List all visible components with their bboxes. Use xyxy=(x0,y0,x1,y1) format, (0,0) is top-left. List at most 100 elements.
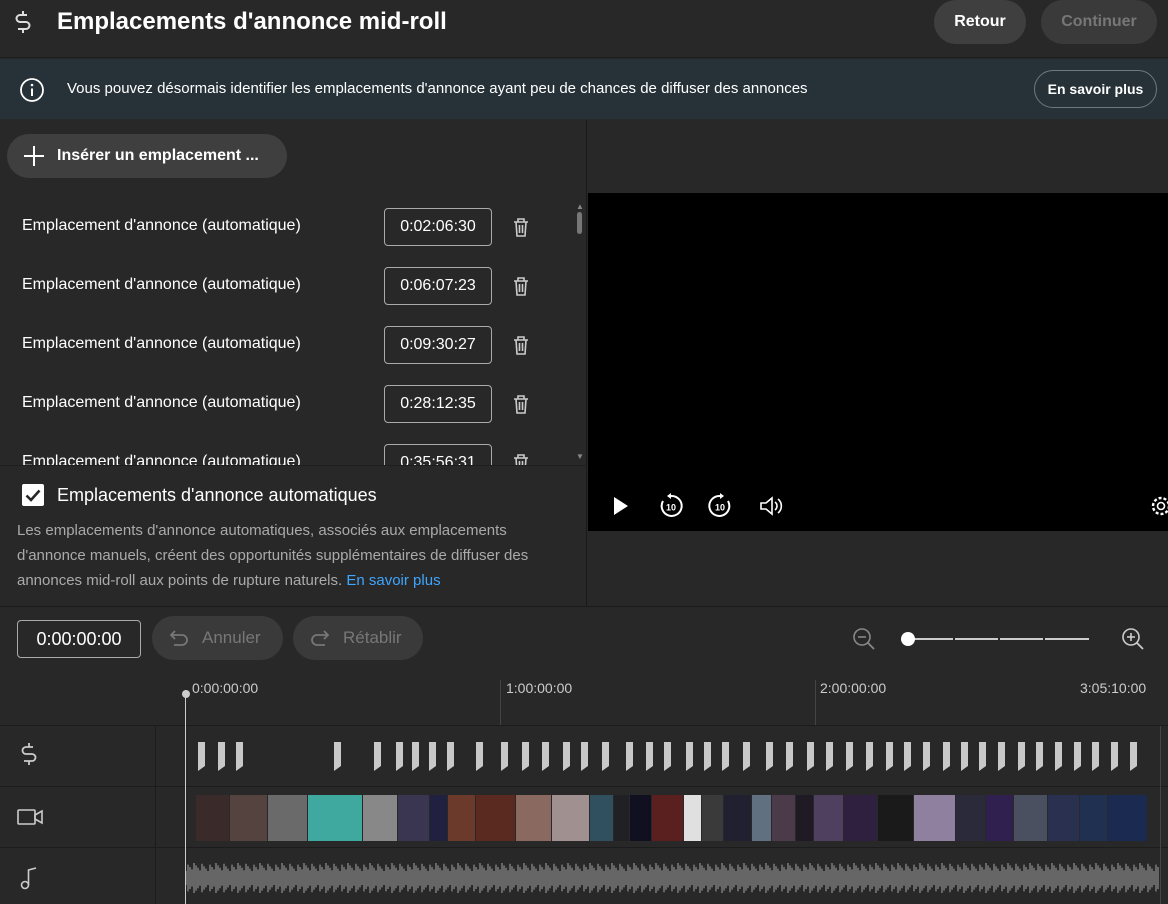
back-button[interactable]: Retour xyxy=(934,0,1026,44)
trash-icon[interactable] xyxy=(512,217,530,237)
ad-slot-marker[interactable] xyxy=(429,742,436,771)
ad-slot-marker[interactable] xyxy=(1055,742,1062,771)
ad-slot-marker[interactable] xyxy=(198,742,205,771)
ad-markers[interactable] xyxy=(186,726,1160,787)
zoom-slider-handle[interactable] xyxy=(901,632,915,646)
ad-slot-marker[interactable] xyxy=(501,742,508,771)
play-icon[interactable] xyxy=(612,495,630,517)
auto-desc-text: Les emplacements d'annonce automatiques,… xyxy=(17,522,529,589)
slot-time-input[interactable]: 0:28:12:35 xyxy=(384,385,492,423)
ad-slot-marker[interactable] xyxy=(826,742,833,771)
timeline-ruler[interactable]: 0:00:00:00 1:00:00:00 2:00:00:00 3:05:10… xyxy=(0,670,1168,726)
ad-slot-marker[interactable] xyxy=(396,742,403,771)
video-thumbnail xyxy=(986,795,1013,841)
timecode-input[interactable]: 0:00:00:00 xyxy=(17,620,141,658)
ad-slot-marker[interactable] xyxy=(412,742,419,771)
ad-slot-marker[interactable] xyxy=(476,742,483,771)
ad-slot-marker[interactable] xyxy=(886,742,893,771)
forward-10-icon[interactable]: 10 xyxy=(707,493,733,519)
ad-slot-marker[interactable] xyxy=(1130,742,1137,771)
auto-learn-more-link[interactable]: En savoir plus xyxy=(346,572,440,589)
slot-list[interactable]: Emplacement d'annonce (automatique) 0:02… xyxy=(0,200,587,465)
undo-button[interactable]: Annuler xyxy=(152,616,283,660)
settings-gear-icon[interactable] xyxy=(1148,493,1168,519)
ad-slot-marker[interactable] xyxy=(943,742,950,771)
ad-slot-marker[interactable] xyxy=(961,742,968,771)
ad-slot-marker[interactable] xyxy=(807,742,814,771)
ad-slot-marker[interactable] xyxy=(646,742,653,771)
ad-slot-marker[interactable] xyxy=(602,742,609,771)
banner-learn-more-button[interactable]: En savoir plus xyxy=(1034,70,1157,108)
audio-track[interactable] xyxy=(0,847,1168,904)
zoom-out-icon[interactable] xyxy=(852,627,876,651)
video-thumbnail xyxy=(268,795,307,841)
trash-icon[interactable] xyxy=(512,394,530,414)
trash-icon[interactable] xyxy=(512,276,530,296)
header: Emplacements d'annonce mid-roll Retour C… xyxy=(0,0,1168,58)
video-thumbnails xyxy=(196,795,1147,841)
ad-slot-marker[interactable] xyxy=(581,742,588,771)
page-title: Emplacements d'annonce mid-roll xyxy=(57,8,447,35)
video-thumbnail xyxy=(552,795,589,841)
ad-slot-marker[interactable] xyxy=(766,742,773,771)
ad-slot-marker[interactable] xyxy=(626,742,633,771)
scroll-down-arrow[interactable]: ▼ xyxy=(576,452,584,461)
rewind-10-icon[interactable]: 10 xyxy=(658,493,684,519)
ad-slot-marker[interactable] xyxy=(1092,742,1099,771)
volume-icon[interactable] xyxy=(759,495,785,517)
ad-slot-marker[interactable] xyxy=(1018,742,1025,771)
ad-slot-marker[interactable] xyxy=(236,742,243,771)
ad-slot-marker[interactable] xyxy=(334,742,341,771)
ad-slot-marker[interactable] xyxy=(447,742,454,771)
ad-slot-marker[interactable] xyxy=(1036,742,1043,771)
trash-icon[interactable] xyxy=(512,453,530,465)
music-note-icon xyxy=(20,867,37,890)
slot-time-input[interactable]: 0:06:07:23 xyxy=(384,267,492,305)
ad-slot-marker[interactable] xyxy=(563,742,570,771)
timeline-toolbar: 0:00:00:00 Annuler Rétablir xyxy=(0,606,1168,670)
ad-slot-marker[interactable] xyxy=(704,742,711,771)
trash-icon[interactable] xyxy=(512,335,530,355)
ad-slot-marker[interactable] xyxy=(979,742,986,771)
slot-time-input[interactable]: 0:09:30:27 xyxy=(384,326,492,364)
ad-slot-marker[interactable] xyxy=(722,742,729,771)
slot-time-input[interactable]: 0:02:06:30 xyxy=(384,208,492,246)
plus-icon xyxy=(24,146,44,166)
video-thumbnail xyxy=(844,795,877,841)
ad-slot-marker[interactable] xyxy=(522,742,529,771)
ad-slot-track[interactable] xyxy=(0,725,1168,787)
ad-slot-marker[interactable] xyxy=(374,742,381,771)
video-track[interactable] xyxy=(0,786,1168,848)
ad-slot-marker[interactable] xyxy=(998,742,1005,771)
slot-name: Emplacement d'annonce (automatique) xyxy=(22,276,301,293)
ad-slot-marker[interactable] xyxy=(218,742,225,771)
zoom-in-icon[interactable] xyxy=(1121,627,1145,651)
ad-slot-marker[interactable] xyxy=(743,742,750,771)
ad-slot-marker[interactable] xyxy=(542,742,549,771)
slot-time-input[interactable]: 0:35:56:31 xyxy=(384,444,492,465)
ad-slot-marker[interactable] xyxy=(923,742,930,771)
timeline-end-line xyxy=(1160,726,1161,904)
ad-slot-marker[interactable] xyxy=(686,742,693,771)
insert-slot-button[interactable]: Insérer un emplacement ... xyxy=(7,134,287,178)
scrollbar-thumb[interactable] xyxy=(577,212,582,234)
video-thumbnail xyxy=(476,795,515,841)
redo-button[interactable]: Rétablir xyxy=(293,616,423,660)
video-thumbnail xyxy=(702,795,723,841)
ad-slot-marker[interactable] xyxy=(1074,742,1081,771)
playhead[interactable] xyxy=(185,690,186,904)
ad-slot-marker[interactable] xyxy=(846,742,853,771)
video-thumbnail xyxy=(1048,795,1079,841)
dollar-icon xyxy=(15,11,31,33)
playhead-handle[interactable] xyxy=(182,690,190,698)
ad-slot-marker[interactable] xyxy=(664,742,671,771)
video-player[interactable]: 10 10 xyxy=(588,193,1168,531)
auto-slots-checkbox[interactable] xyxy=(22,484,44,506)
ad-slot-marker[interactable] xyxy=(1111,742,1118,771)
video-thumbnail xyxy=(308,795,362,841)
ad-slot-marker[interactable] xyxy=(904,742,911,771)
scroll-up-arrow[interactable]: ▲ xyxy=(576,202,584,211)
ad-slot-marker[interactable] xyxy=(866,742,873,771)
ad-slot-marker[interactable] xyxy=(786,742,793,771)
continue-button[interactable]: Continuer xyxy=(1041,0,1157,44)
